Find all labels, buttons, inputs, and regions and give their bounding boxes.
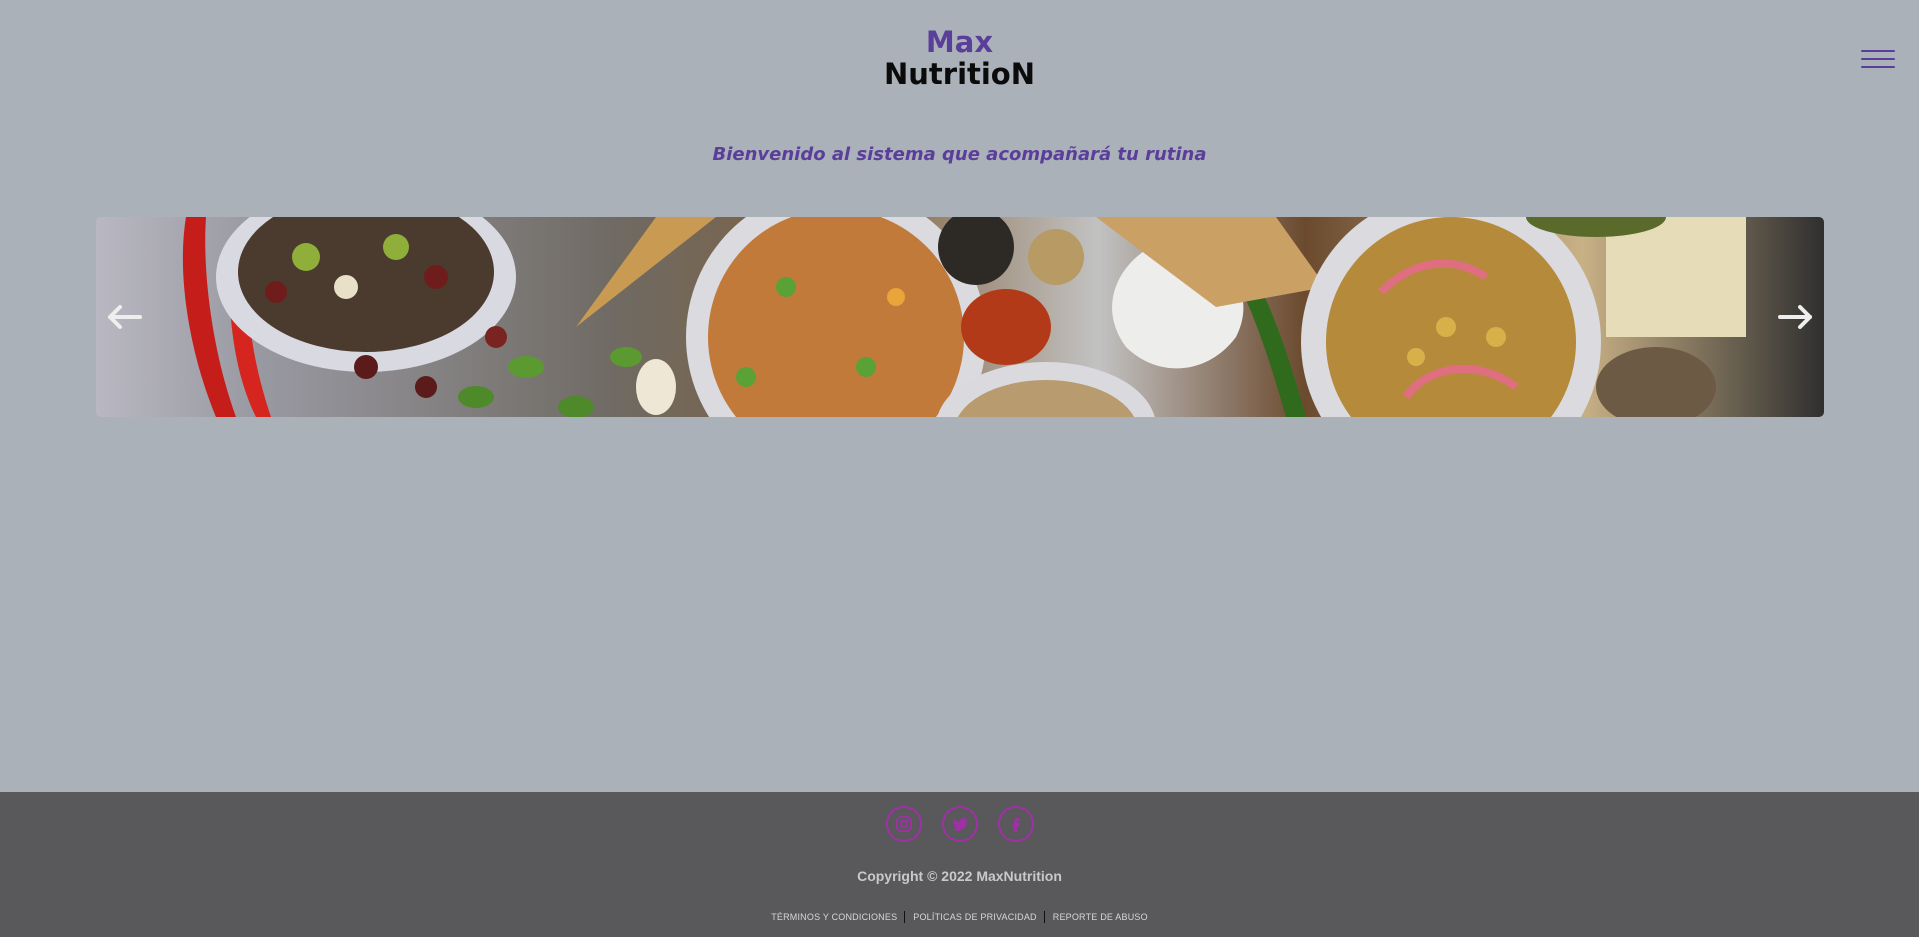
image-carousel[interactable] [96,217,1824,417]
carousel-next-button[interactable] [1776,297,1816,337]
twitter-button[interactable] [941,806,978,842]
instagram-icon [895,816,912,832]
page: Max NutritioN Bienvenido al sistema que … [0,0,1919,937]
menu-bar [1861,58,1895,60]
brand-logo[interactable]: Max NutritioN [0,26,1919,90]
link-divider [904,911,906,923]
copyright-text: Copyright © 2022 MaxNutrition [857,868,1062,884]
privacy-link[interactable]: POLÍTICAS DE PRIVACIDAD [913,912,1036,922]
footer: Copyright © 2022 MaxNutrition TÉRMINOS Y… [0,792,1919,937]
brand-line-max: Max [925,25,994,59]
instagram-button[interactable] [885,806,922,842]
brand-line-nutrition: NutritioN [883,57,1036,91]
link-divider [1043,911,1045,923]
menu-bar [1861,66,1895,68]
menu-bar [1861,50,1895,52]
welcome-message: Bienvenido al sistema que acompañará tu … [712,144,1207,165]
footer-links: TÉRMINOS Y CONDICIONES POLÍTICAS DE PRIV… [0,911,1919,923]
facebook-button[interactable] [997,806,1034,842]
facebook-icon [1011,818,1020,833]
abuse-report-link[interactable]: REPORTE DE ABUSO [1053,912,1148,922]
carousel-prev-button[interactable] [104,297,144,337]
hamburger-menu-icon[interactable] [1861,48,1895,72]
social-links [0,806,1919,842]
twitter-icon [952,818,968,831]
terms-link[interactable]: TÉRMINOS Y CONDICIONES [771,912,897,922]
arrow-left-icon [108,305,142,329]
arrow-right-icon [1778,305,1812,329]
carousel-food-image [182,217,1746,417]
